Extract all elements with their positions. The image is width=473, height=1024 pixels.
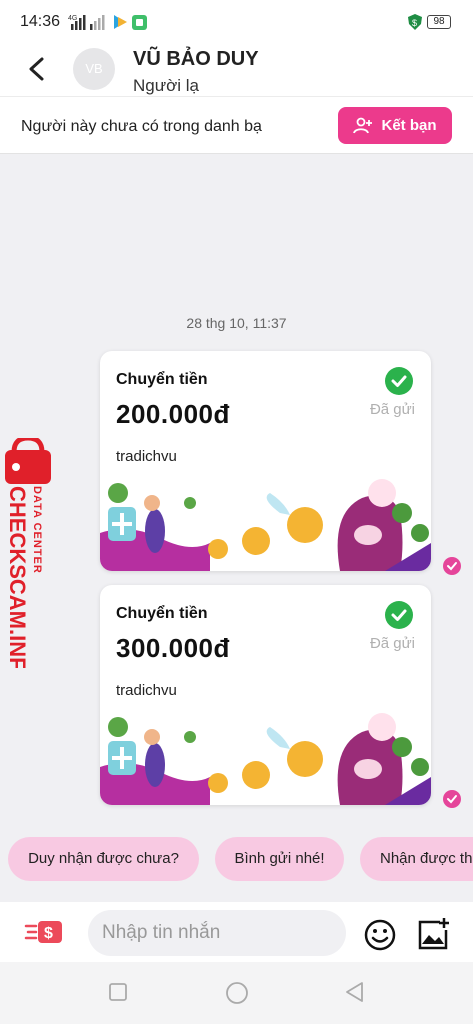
svg-text:$: $ xyxy=(44,925,53,942)
transfer-title: Chuyển tiền xyxy=(116,605,208,622)
message-input-bar: $ Nhập tin nhắn xyxy=(0,902,473,962)
read-receipt-icon xyxy=(443,557,461,575)
back-arrow-icon[interactable] xyxy=(24,56,50,82)
transfer-illustration xyxy=(100,713,431,805)
checkscam-watermark: CHECKSCAM.INFO DATA CENTER xyxy=(5,438,51,668)
transfer-memo: tradichvu xyxy=(116,682,177,699)
send-money-icon[interactable]: $ xyxy=(24,919,64,945)
transfer-title: Chuyển tiền xyxy=(116,371,208,388)
quick-reply-chip[interactable]: Duy nhận được chưa? xyxy=(8,837,199,881)
signal-icon: 4G xyxy=(68,15,147,30)
quick-reply-chip[interactable]: Nhận được th xyxy=(360,837,473,881)
read-receipt-icon xyxy=(443,790,461,808)
emoji-icon[interactable] xyxy=(364,919,396,951)
money-transfer-card[interactable]: Chuyển tiền 300.000đ tradichvu Đã gửi xyxy=(100,585,431,805)
contact-subtitle: Người lạ xyxy=(133,76,199,95)
stranger-banner: Người này chưa có trong danh bạ Kết bạn xyxy=(0,96,473,154)
transfer-illustration xyxy=(100,479,431,571)
money-transfer-card[interactable]: Chuyển tiền 200.000đ tradichvu Đã gửi xyxy=(100,351,431,571)
battery-indicator: 98 xyxy=(427,15,451,29)
transfer-memo: tradichvu xyxy=(116,448,177,465)
add-friend-button[interactable]: Kết bạn xyxy=(338,107,452,144)
transfer-status: Đã gửi xyxy=(369,401,415,418)
recent-apps-icon[interactable] xyxy=(108,982,128,1002)
add-friend-label: Kết bạn xyxy=(381,117,437,134)
transfer-amount: 300.000đ xyxy=(116,633,230,663)
status-time: 14:36 xyxy=(20,13,61,30)
watermark-main-text: CHECKSCAM.INFO xyxy=(5,486,30,668)
avatar[interactable]: VB xyxy=(73,48,115,90)
transfer-amount: 200.000đ xyxy=(116,399,230,429)
system-nav-bar xyxy=(0,962,473,1024)
back-nav-icon[interactable] xyxy=(344,981,366,1003)
banner-text: Người này chưa có trong danh bạ xyxy=(21,118,262,135)
network-type-label: 4G xyxy=(68,15,77,22)
transfer-status: Đã gửi xyxy=(369,635,415,652)
message-input[interactable]: Nhập tin nhắn xyxy=(88,910,346,956)
home-icon[interactable] xyxy=(225,981,249,1005)
chat-header: VB VŨ BẢO DUY Người lạ xyxy=(0,44,473,96)
add-user-icon xyxy=(353,117,373,133)
message-timestamp: 28 thg 10, 11:37 xyxy=(186,315,287,331)
svg-text:$: $ xyxy=(412,18,417,28)
status-bar: 14:36 4G $ 98 xyxy=(0,0,473,44)
check-icon xyxy=(385,367,413,395)
add-image-icon[interactable] xyxy=(416,918,450,952)
shield-icon: $ xyxy=(408,14,422,30)
contact-name[interactable]: VŨ BẢO DUY xyxy=(133,48,259,71)
watermark-sub-text: DATA CENTER xyxy=(31,486,43,574)
quick-reply-chip[interactable]: Bình gửi nhé! xyxy=(215,837,344,881)
check-icon xyxy=(385,601,413,629)
